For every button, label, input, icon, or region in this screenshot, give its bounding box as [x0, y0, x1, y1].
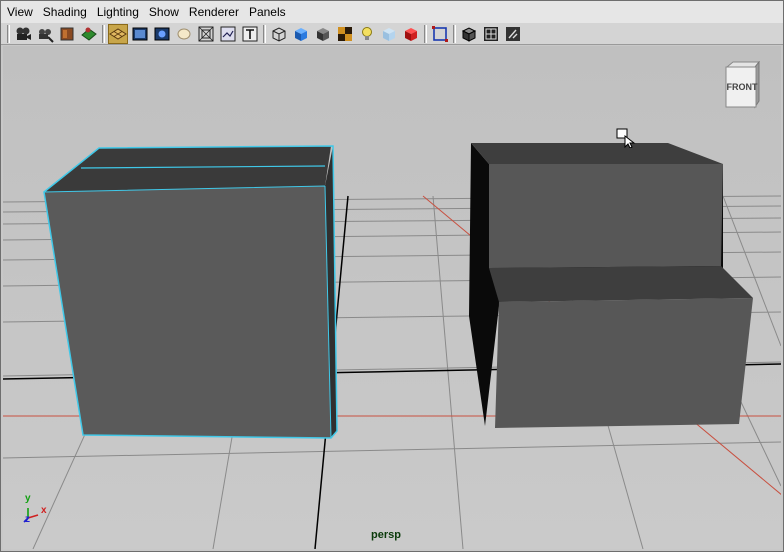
camera-name-label: persp — [371, 529, 401, 541]
safe-action-icon[interactable] — [218, 24, 238, 44]
shadows-icon[interactable] — [401, 24, 421, 44]
toolbar-separator — [424, 24, 427, 43]
backface-icon[interactable] — [481, 24, 501, 44]
stair-lower-front — [495, 298, 753, 428]
flat-shade-icon[interactable] — [313, 24, 333, 44]
stair-object — [469, 143, 753, 428]
menu-view[interactable]: View — [1, 1, 38, 23]
xray-icon[interactable] — [379, 24, 399, 44]
menu-panels[interactable]: Panels — [244, 1, 291, 23]
toolbar-separator — [102, 24, 105, 43]
panel-toolbar — [1, 23, 783, 45]
image-plane-icon[interactable] — [79, 24, 99, 44]
toolbar-separator — [263, 24, 266, 43]
safe-title-icon[interactable] — [240, 24, 260, 44]
bookmark-icon[interactable] — [57, 24, 77, 44]
gate-mask-icon[interactable] — [174, 24, 194, 44]
viewcube-face-label: FRONT — [726, 82, 758, 92]
wireframe-icon[interactable] — [269, 24, 289, 44]
hud-icon[interactable] — [503, 24, 523, 44]
camera-icon[interactable] — [13, 24, 33, 44]
wireframe-on-shaded-icon[interactable] — [459, 24, 479, 44]
maya-viewport-panel: View Shading Lighting Show Renderer Pane… — [0, 0, 784, 552]
axis-x-label: x — [41, 505, 47, 516]
toolbar-separator — [453, 24, 456, 43]
toolbar-separator — [7, 24, 10, 43]
menu-lighting[interactable]: Lighting — [92, 1, 144, 23]
isolate-select-icon[interactable] — [430, 24, 450, 44]
stair-lower-top — [489, 266, 753, 302]
panel-menubar: View Shading Lighting Show Renderer Pane… — [1, 1, 783, 23]
menu-show[interactable]: Show — [144, 1, 184, 23]
select-camera-icon[interactable] — [35, 24, 55, 44]
field-chart-icon[interactable] — [196, 24, 216, 44]
use-lights-icon[interactable] — [357, 24, 377, 44]
cube-front-face — [44, 186, 331, 438]
menu-shading[interactable]: Shading — [38, 1, 92, 23]
scene-canvas — [3, 46, 781, 549]
smooth-shade-icon[interactable] — [291, 24, 311, 44]
axis-z-label: z — [25, 514, 30, 525]
stair-upper-front — [489, 164, 723, 268]
viewcube[interactable]: FRONT — [723, 60, 761, 109]
axis-y-label: y — [25, 493, 31, 504]
grid-icon[interactable] — [108, 23, 128, 44]
resolution-gate-icon[interactable] — [152, 24, 172, 44]
film-gate-icon[interactable] — [130, 24, 150, 44]
textured-icon[interactable] — [335, 24, 355, 44]
menu-renderer[interactable]: Renderer — [184, 1, 244, 23]
axis-gizmo: y x z — [17, 493, 57, 529]
selected-cube — [43, 145, 338, 439]
3d-viewport[interactable]: FRONT y x z persp — [3, 46, 781, 549]
mouse-cursor-icon — [616, 128, 636, 148]
